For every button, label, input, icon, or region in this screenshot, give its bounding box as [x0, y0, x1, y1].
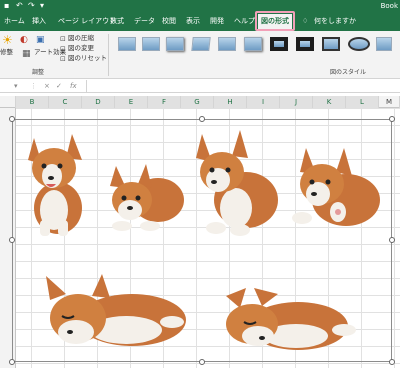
- column-header[interactable]: J: [280, 96, 313, 108]
- art-effects-icon[interactable]: ▣: [36, 35, 45, 45]
- column-header[interactable]: B: [16, 96, 49, 108]
- name-box[interactable]: [0, 80, 14, 92]
- corgi-picture-sleeping-right[interactable]: [218, 286, 358, 358]
- picture-format-tab-highlight: [255, 11, 295, 31]
- corgi-picture-lying-front[interactable]: [106, 160, 186, 236]
- tab-insert[interactable]: 挿入: [32, 15, 46, 27]
- picture-style-11[interactable]: [376, 37, 392, 51]
- transparency-icon[interactable]: ▦: [22, 49, 31, 59]
- resize-handle-bottom-right[interactable]: [389, 359, 395, 365]
- corgi-picture-sitting[interactable]: [22, 128, 94, 238]
- tell-me-search[interactable]: 何をしますか: [314, 15, 356, 27]
- picture-style-8[interactable]: [296, 37, 314, 51]
- enter-icon[interactable]: ✓: [56, 80, 62, 92]
- resize-handle-bottom[interactable]: [199, 359, 205, 365]
- resize-handle-top-left[interactable]: [9, 116, 15, 122]
- title-bar: ▪ ↶ ↷ ▾ Book: [0, 0, 400, 12]
- corgi-picture-crouching[interactable]: [196, 128, 282, 238]
- reset-picture-icon[interactable]: ⊡: [60, 54, 66, 64]
- resize-handle-top[interactable]: [199, 116, 205, 122]
- quick-access-dropdown-icon[interactable]: ▾: [40, 1, 44, 11]
- name-box-dropdown-icon[interactable]: ▾: [14, 80, 18, 92]
- change-picture-icon[interactable]: ⊡: [60, 44, 66, 54]
- picture-style-2[interactable]: [142, 37, 160, 51]
- column-header[interactable]: K: [313, 96, 346, 108]
- tab-help[interactable]: ヘルプ: [234, 15, 255, 27]
- picture-style-7[interactable]: [270, 37, 288, 51]
- lightbulb-icon: ♢: [302, 17, 309, 25]
- picture-style-9[interactable]: [322, 37, 340, 51]
- ribbon-separator: [108, 34, 109, 76]
- redo-icon[interactable]: ↷: [28, 1, 35, 11]
- tab-view[interactable]: 表示: [186, 15, 200, 27]
- ribbon-tabs: ホーム 挿入 ページ レイアウト 数式 データ 校閲 表示 開発 ヘルプ 図の形…: [0, 12, 400, 31]
- column-header-bar: B C D E F G H I J K L M: [0, 96, 400, 108]
- undo-icon[interactable]: ↶: [16, 1, 23, 11]
- picture-styles-group-label: 図のスタイル: [330, 69, 367, 76]
- tab-page-layout[interactable]: ページ レイアウト: [58, 15, 116, 27]
- picture-style-3[interactable]: [166, 37, 184, 51]
- cancel-icon[interactable]: ×: [44, 80, 50, 92]
- column-header[interactable]: F: [148, 96, 181, 108]
- picture-style-1[interactable]: [118, 37, 136, 51]
- picture-style-4[interactable]: [191, 37, 211, 51]
- picture-style-5[interactable]: [218, 37, 236, 51]
- select-all-corner[interactable]: [0, 96, 16, 108]
- column-header[interactable]: L: [346, 96, 379, 108]
- color-icon[interactable]: ◐: [20, 35, 28, 45]
- corrections-label[interactable]: 修整: [0, 48, 13, 56]
- picture-style-6[interactable]: [244, 37, 262, 51]
- ribbon: ☀ 修整 ◐ ▣ アート効果 ▦ ⊡ 図の圧縮 ⊡ 図の変更 ⊡ 図のリセット …: [0, 31, 400, 79]
- column-header[interactable]: G: [181, 96, 214, 108]
- column-header[interactable]: E: [115, 96, 148, 108]
- formula-input[interactable]: [86, 80, 400, 92]
- more-icon: ⋮: [30, 82, 37, 90]
- adjust-group-label: 調整: [32, 69, 45, 76]
- column-header[interactable]: C: [49, 96, 82, 108]
- compress-label[interactable]: 図の圧縮: [68, 34, 94, 42]
- column-header[interactable]: M: [379, 96, 400, 108]
- change-picture-label[interactable]: 図の変更: [68, 44, 94, 52]
- column-header[interactable]: D: [82, 96, 115, 108]
- tab-data[interactable]: データ: [134, 15, 155, 27]
- corrections-icon[interactable]: ☀: [2, 34, 13, 46]
- tab-review[interactable]: 校閲: [162, 15, 176, 27]
- tab-developer[interactable]: 開発: [210, 15, 224, 27]
- resize-handle-left[interactable]: [9, 237, 15, 243]
- compress-icon[interactable]: ⊡: [60, 34, 66, 44]
- workbook-title: Book: [380, 2, 398, 10]
- corgi-picture-sleeping-left[interactable]: [42, 272, 188, 356]
- tab-home[interactable]: ホーム: [4, 15, 25, 27]
- reset-picture-label[interactable]: 図のリセット: [68, 54, 107, 62]
- save-icon[interactable]: ▪: [4, 1, 9, 11]
- column-header[interactable]: I: [247, 96, 280, 108]
- insert-function-icon[interactable]: fx: [70, 80, 77, 92]
- picture-style-10[interactable]: [348, 37, 370, 51]
- corgi-picture-paw-up[interactable]: [288, 144, 384, 236]
- resize-handle-right[interactable]: [389, 237, 395, 243]
- tab-formulas[interactable]: 数式: [110, 15, 124, 27]
- resize-handle-top-right[interactable]: [389, 116, 395, 122]
- formula-bar: ▾ ⋮ × ✓ fx: [0, 79, 400, 93]
- resize-handle-bottom-left[interactable]: [9, 359, 15, 365]
- column-header[interactable]: H: [214, 96, 247, 108]
